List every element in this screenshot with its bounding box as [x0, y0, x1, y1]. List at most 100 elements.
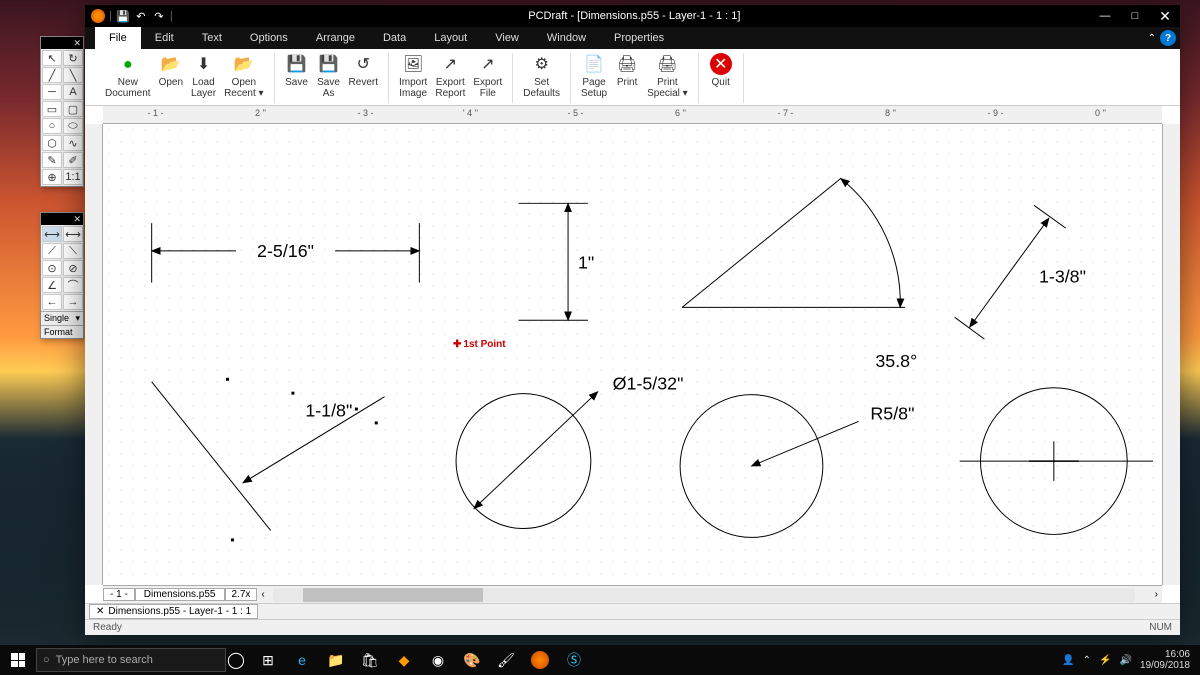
ribbon-export-report[interactable]: ↗ExportReport: [431, 53, 469, 103]
redo-icon[interactable]: ↷: [152, 9, 166, 23]
tool-pick[interactable]: ✐: [63, 152, 83, 168]
ribbon-export-file[interactable]: ↗ExportFile: [469, 53, 506, 103]
horizontal-scrollbar[interactable]: - 1 - Dimensions.p55 2.7x ‹ ›: [103, 585, 1162, 603]
menu-data[interactable]: Data: [369, 27, 420, 49]
dim-right[interactable]: →: [63, 294, 83, 310]
collapse-ribbon-icon[interactable]: ⌃: [1148, 33, 1156, 44]
tray-people-icon[interactable]: 👤: [1062, 655, 1074, 666]
dim-ang[interactable]: ∠: [42, 277, 62, 293]
tool-ellipse[interactable]: ⬭: [63, 118, 83, 134]
dim-label: R5/8": [870, 403, 914, 423]
app-logo-icon[interactable]: [91, 9, 105, 23]
menu-properties[interactable]: Properties: [600, 27, 678, 49]
tool-round[interactable]: ▢: [63, 101, 83, 117]
ribbon-quit[interactable]: ✕Quit: [705, 53, 737, 103]
dim-d[interactable]: ⊘: [63, 260, 83, 276]
ribbon-set-defaults[interactable]: ⚙SetDefaults: [519, 53, 564, 103]
dim-r[interactable]: ⊙: [42, 260, 62, 276]
tool-circle[interactable]: ○: [42, 118, 62, 134]
menu-arrange[interactable]: Arrange: [302, 27, 369, 49]
ribbon-load-layer[interactable]: ⬇LoadLayer: [187, 53, 220, 103]
menu-view[interactable]: View: [481, 27, 533, 49]
close-icon[interactable]: ✕: [73, 37, 81, 49]
ribbon-import-image[interactable]: 🖼ImportImage: [395, 53, 431, 103]
undo-icon[interactable]: ↶: [134, 9, 148, 23]
save-icon[interactable]: 💾: [116, 9, 130, 23]
cortana-icon[interactable]: ◯: [226, 650, 246, 670]
tool-line2[interactable]: ╲: [63, 67, 83, 83]
scroll-right-icon[interactable]: ›: [1151, 589, 1162, 600]
zoom-level[interactable]: 2.7x: [225, 588, 258, 601]
palette-format[interactable]: Format: [41, 325, 83, 338]
paint-icon[interactable]: 🎨: [456, 645, 488, 675]
start-button[interactable]: [0, 645, 36, 675]
dim-left[interactable]: ←: [42, 294, 62, 310]
tray-up-icon[interactable]: ⌃: [1083, 655, 1091, 666]
palette-single[interactable]: Single▾: [41, 311, 83, 325]
tool-rotate[interactable]: ↻: [63, 50, 83, 66]
dim-label: 1-1/8": [305, 400, 352, 420]
ribbon-open-recent-[interactable]: 📂OpenRecent ▾: [220, 53, 267, 103]
tray-network-icon[interactable]: ⚡: [1099, 655, 1111, 666]
ribbon-print-special-[interactable]: 🖨PrintSpecial ▾: [643, 53, 692, 103]
tool-palette-dim[interactable]: ✕ ⟷⟷ ⟋⟍ ⊙⊘ ∠⌒ ←→ Single▾ Format: [40, 212, 84, 339]
clock[interactable]: 16:0619/09/2018: [1140, 649, 1190, 671]
menu-window[interactable]: Window: [533, 27, 600, 49]
tool-palette-main[interactable]: ✕ ↖↻ ╱╲ ─A ▭▢ ○⬭ ⬡∿ ✎✐ ⊕1:1: [40, 36, 84, 187]
tool-poly[interactable]: ⬡: [42, 135, 62, 151]
dim-a2[interactable]: ⟍: [63, 243, 83, 259]
maximize-button[interactable]: □: [1120, 5, 1150, 27]
close-tab-icon[interactable]: ✕: [96, 606, 104, 617]
nav-first[interactable]: - 1 -: [103, 588, 135, 601]
ribbon-save[interactable]: 💾Save: [281, 53, 313, 103]
ribbon-page-setup[interactable]: 📄PageSetup: [577, 53, 611, 103]
dim-v[interactable]: ⟷: [63, 226, 83, 242]
app-icon[interactable]: ◆: [388, 645, 420, 675]
drawing-canvas[interactable]: 2-5/16" 1" 35.8° 1-3/8": [103, 124, 1162, 585]
tool-arrow[interactable]: ↖: [42, 50, 62, 66]
scroll-left-icon[interactable]: ‹: [257, 589, 268, 600]
menu-text[interactable]: Text: [188, 27, 236, 49]
pcdraft-icon[interactable]: [524, 645, 556, 675]
dim-h[interactable]: ⟷: [42, 226, 62, 242]
paint2-icon[interactable]: 🖌: [490, 645, 522, 675]
taskview-icon[interactable]: ⊞: [252, 645, 284, 675]
minimize-button[interactable]: —: [1090, 5, 1120, 27]
close-button[interactable]: ✕: [1150, 5, 1180, 27]
tool-line[interactable]: ╱: [42, 67, 62, 83]
scroll-thumb[interactable]: [303, 588, 483, 602]
menu-layout[interactable]: Layout: [420, 27, 481, 49]
document-tab[interactable]: ✕Dimensions.p55 - Layer-1 - 1 : 1: [89, 604, 258, 619]
dim-a1[interactable]: ⟋: [42, 243, 62, 259]
search-box[interactable]: ○Type here to search: [36, 648, 226, 672]
dim-arc[interactable]: ⌒: [63, 277, 83, 293]
tab-file[interactable]: Dimensions.p55: [135, 588, 225, 601]
window-title: PCDraft - [Dimensions.p55 - Layer-1 - 1 …: [179, 10, 1090, 22]
help-icon[interactable]: ?: [1160, 30, 1176, 46]
tool-scale[interactable]: 1:1: [63, 169, 83, 185]
edge-icon[interactable]: e: [286, 645, 318, 675]
menu-edit[interactable]: Edit: [141, 27, 188, 49]
chrome-icon[interactable]: ◉: [422, 645, 454, 675]
cursor-hint: 1st Point: [453, 339, 506, 350]
tool-rect[interactable]: ▭: [42, 101, 62, 117]
tool-free[interactable]: ✎: [42, 152, 62, 168]
menu-file[interactable]: File: [95, 27, 141, 49]
explorer-icon[interactable]: 📁: [320, 645, 352, 675]
tray-sound-icon[interactable]: 🔊: [1119, 655, 1131, 666]
ribbon-revert[interactable]: ↺Revert: [345, 53, 382, 103]
close-icon[interactable]: ✕: [73, 213, 81, 225]
ribbon-save-as[interactable]: 💾SaveAs: [313, 53, 345, 103]
tool-hline[interactable]: ─: [42, 84, 62, 100]
dim-label: 2-5/16": [257, 241, 314, 261]
tool-text[interactable]: A: [63, 84, 83, 100]
ribbon-new-document[interactable]: ●NewDocument: [101, 53, 155, 103]
taskbar: ○Type here to search ◯ ⊞ e 📁 🛍 ◆ ◉ 🎨 🖌 Ⓢ…: [0, 645, 1200, 675]
tool-curve[interactable]: ∿: [63, 135, 83, 151]
skype-icon[interactable]: Ⓢ: [558, 645, 590, 675]
tool-marker[interactable]: ⊕: [42, 169, 62, 185]
ribbon-open[interactable]: 📂Open: [155, 53, 187, 103]
ribbon-print[interactable]: 🖨Print: [611, 53, 643, 103]
menu-options[interactable]: Options: [236, 27, 302, 49]
store-icon[interactable]: 🛍: [354, 645, 386, 675]
